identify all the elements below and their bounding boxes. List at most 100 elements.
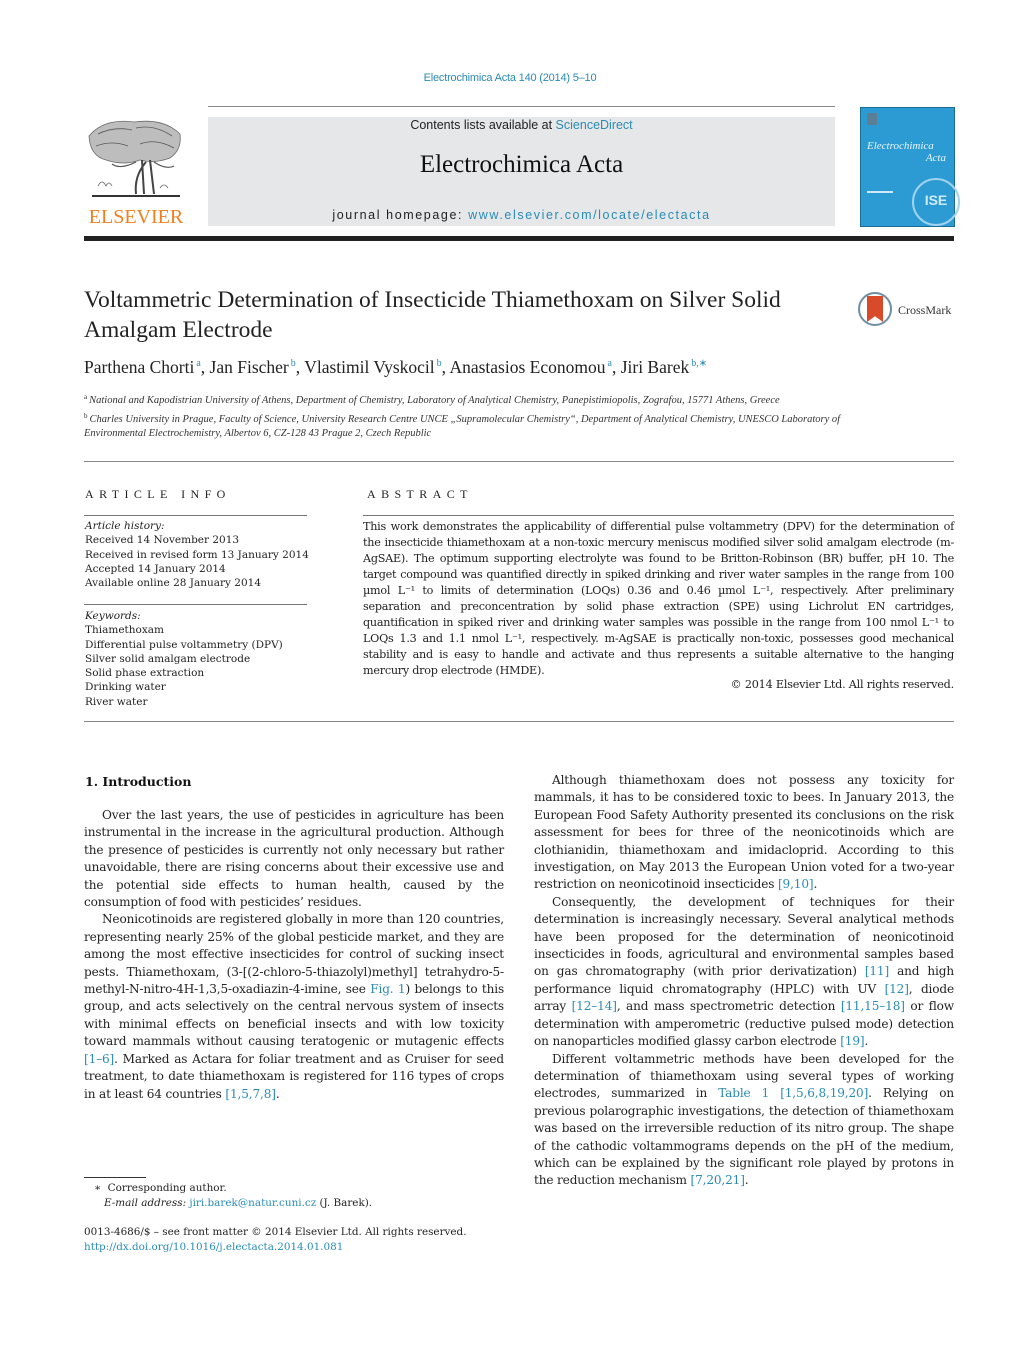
journal-banner: Contents lists available at ScienceDirec… — [208, 117, 835, 226]
history-item: Accepted 14 January 2014 — [85, 562, 226, 575]
article-info-heading: ARTICLE INFO — [85, 487, 231, 501]
body-column-right: Although thiamethoxam does not possess a… — [534, 772, 954, 1190]
abstract-heading: ABSTRACT — [367, 487, 473, 501]
abstract-text: This work demonstrates the applicability… — [363, 520, 954, 677]
history-item: Received in revised form 13 January 2014 — [85, 548, 309, 561]
citation-link[interactable]: [1,5,6,8,19,20] — [780, 1086, 868, 1100]
divider — [84, 604, 307, 605]
divider — [84, 515, 307, 516]
citation-link[interactable]: [11,15–18] — [841, 999, 905, 1013]
citation-link[interactable]: [1,5,7,8] — [225, 1087, 276, 1101]
citation-link[interactable]: [9,10] — [778, 877, 814, 891]
author[interactable]: Jan Fischer b — [210, 357, 296, 377]
history-item: Available online 28 January 2014 — [85, 577, 262, 590]
corresponding-label: Corresponding author. — [107, 1182, 227, 1194]
paragraph-text: Although thiamethoxam does not possess a… — [534, 773, 954, 892]
body-paragraph: Over the last years, the use of pesticid… — [84, 807, 504, 911]
doi-link[interactable]: http://dx.doi.org/10.1016/j.electacta.20… — [84, 1240, 467, 1255]
author[interactable]: Anastasios Economou a — [449, 357, 611, 377]
paragraph-text: . Marked as Actara for foliar treatment … — [84, 1051, 504, 1101]
affiliation-marker[interactable]: b — [291, 358, 296, 369]
affiliation-marker[interactable]: b — [437, 358, 442, 369]
paragraph-text: , and mass spectrometric detection — [616, 999, 841, 1014]
affiliation-text: National and Kapodistrian University of … — [89, 395, 780, 406]
cover-subtitle: Acta — [925, 152, 946, 164]
header-top-rule — [208, 106, 835, 107]
body-column-left: Over the last years, the use of pesticid… — [84, 807, 504, 1103]
citation-link[interactable]: [7,20,21] — [691, 1173, 745, 1187]
author-name: Jiri Barek — [620, 357, 690, 377]
citation-link[interactable]: [12] — [885, 982, 909, 996]
body-paragraph: Although thiamethoxam does not possess a… — [534, 772, 954, 894]
email-label: E-mail address: — [104, 1197, 187, 1209]
contents-prefix: Contents lists available at — [410, 118, 556, 132]
footer-meta: 0013-4686/$ – see front matter © 2014 El… — [84, 1225, 467, 1255]
citation-link[interactable]: [19] — [840, 1034, 864, 1048]
section-heading: 1. Introduction — [85, 774, 192, 789]
author-list: Parthena Chorti a, Jan Fischer b, Vlastimi… — [84, 357, 708, 377]
divider — [84, 721, 954, 722]
copyright-notice: © 2014 Elsevier Ltd. All rights reserved… — [730, 678, 954, 691]
cover-publisher-mark — [867, 113, 877, 125]
affiliation-a: a National and Kapodistrian University of… — [84, 390, 844, 409]
homepage-prefix: journal homepage: — [332, 208, 469, 222]
footnote-rule — [84, 1177, 146, 1178]
keyword: Drinking water — [85, 681, 166, 694]
history-label: Article history: — [85, 520, 165, 532]
email-line: E-mail address: jiri.barek@natur.cuni.cz… — [84, 1196, 372, 1211]
affiliation-marker[interactable]: b,∗ — [691, 358, 707, 369]
affiliations: a National and Kapodistrian University of… — [84, 390, 844, 442]
body-paragraph: Consequently, the development of techniq… — [534, 894, 954, 1051]
affiliation-text: Charles University in Prague, Faculty of… — [84, 413, 841, 440]
corresponding-author-note: ∗ Corresponding author. — [84, 1181, 372, 1196]
citation-link[interactable]: [11] — [865, 964, 889, 978]
citation-link[interactable]: [1–6] — [84, 1052, 114, 1066]
sciencedirect-link[interactable]: ScienceDirect — [556, 118, 633, 132]
footnote: ∗ Corresponding author. E-mail address: … — [84, 1181, 372, 1211]
divider — [363, 515, 954, 516]
affiliation-marker[interactable]: a — [196, 358, 200, 369]
author[interactable]: Jiri Barek b,∗ — [621, 357, 707, 377]
keyword: Silver solid amalgam electrode — [85, 652, 251, 665]
elsevier-wordmark: ELSEVIER — [88, 206, 184, 228]
divider — [84, 461, 954, 462]
keyword: River water — [85, 695, 148, 708]
keywords-label: Keywords: — [85, 610, 141, 622]
keyword: Thiamethoxam — [85, 624, 164, 637]
keywords: Keywords: Thiamethoxam Differential puls… — [85, 609, 283, 709]
article-title: Voltammetric Determination of Insecticid… — [84, 287, 781, 343]
email-suffix: (J. Barek). — [316, 1197, 373, 1209]
cover-decoration — [867, 191, 893, 193]
citation-link[interactable]: [12–14] — [572, 999, 617, 1013]
tree-icon — [88, 120, 181, 197]
citation-link[interactable]: Table 1 — [718, 1086, 769, 1100]
affiliation-b: b Charles University in Prague, Faculty o… — [84, 409, 844, 442]
author-name: Vlastimil Vyskocil — [304, 357, 435, 377]
author-name: Jan Fischer — [209, 357, 289, 377]
email-link[interactable]: jiri.barek@natur.cuni.cz — [189, 1197, 316, 1209]
journal-reference-link[interactable]: Electrochimica Acta 140 (2014) 5–10 — [0, 72, 1020, 84]
citation-link[interactable]: Fig. 1 — [370, 982, 405, 996]
paragraph-text: . — [275, 1086, 280, 1101]
author[interactable]: Parthena Chorti a — [84, 357, 201, 377]
affiliation-label: a — [84, 393, 88, 401]
crossmark-button[interactable]: CrossMark — [858, 292, 958, 330]
paragraph-text: . — [744, 1173, 749, 1188]
history-item: Received 14 November 2013 — [85, 534, 240, 547]
author[interactable]: Vlastimil Vyskocil b — [304, 357, 441, 377]
ise-seal-icon: ISE — [912, 178, 960, 226]
paragraph-text: . — [813, 877, 818, 892]
contents-available-line: Contents lists available at ScienceDirec… — [208, 118, 835, 132]
author-name: Anastasios Economou — [449, 357, 606, 377]
issn-line: 0013-4686/$ – see front matter © 2014 El… — [84, 1226, 467, 1238]
paragraph-text: . — [864, 1034, 869, 1049]
paragraph-text: Over the last years, the use of pesticid… — [84, 808, 504, 910]
journal-name: Electrochimica Acta — [419, 151, 624, 178]
journal-homepage-link[interactable]: www.elsevier.com/locate/electacta — [468, 208, 710, 222]
author-name: Parthena Chorti — [84, 357, 195, 377]
body-paragraph: Different voltammetric methods have been… — [534, 1051, 954, 1190]
header-thick-rule — [84, 236, 954, 241]
journal-cover-thumbnail[interactable]: Electrochimica Acta ISE — [860, 107, 960, 227]
body-paragraph: Neonicotinoids are registered globally i… — [84, 911, 504, 1102]
affiliation-marker[interactable]: a — [607, 358, 611, 369]
